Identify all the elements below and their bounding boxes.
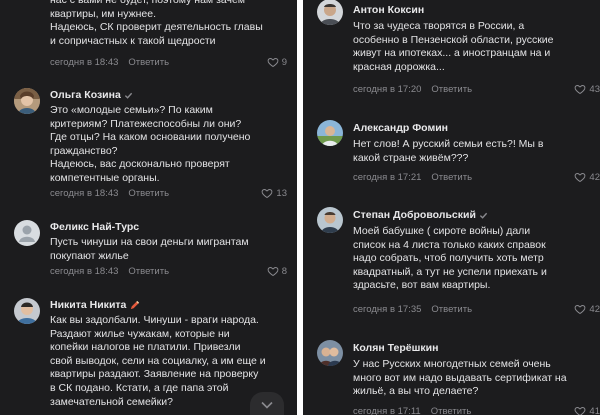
comment-time: сегодня в 17:11 xyxy=(353,405,421,415)
comment-time: сегодня в 17:21 xyxy=(353,171,422,183)
heart-icon xyxy=(262,188,273,199)
scroll-down-button[interactable] xyxy=(250,392,284,415)
avatar[interactable] xyxy=(317,0,343,25)
comment-text: Пусть чинуши на свои деньги мигрантам по… xyxy=(50,236,249,262)
avatar-photo xyxy=(14,88,40,114)
reply-button[interactable]: Ответить xyxy=(128,57,169,68)
default-avatar-icon[interactable] xyxy=(14,220,40,246)
avatar[interactable] xyxy=(317,120,343,146)
reply-button[interactable]: Ответить xyxy=(431,304,472,315)
author-name[interactable]: Ольга Козина xyxy=(50,89,121,101)
comment-author[interactable]: Антон Коксин xyxy=(353,4,424,16)
comment-meta: сегодня в 17:11 Ответить 41 xyxy=(353,404,600,415)
comment-text: нас с вами не будет, поэтому нам зачем к… xyxy=(50,0,263,47)
author-name[interactable]: Степан Добровольский xyxy=(353,209,476,221)
comments-panel-right: Антон Коксин Что за чудеса творятся в Ро… xyxy=(303,0,600,415)
comment-meta: сегодня в 18:43 Ответить 13 xyxy=(50,186,287,200)
avatar[interactable] xyxy=(317,340,343,366)
like-count: 13 xyxy=(276,187,287,199)
avatar-photo xyxy=(317,120,343,146)
comment-text: Что за чудеса творятся в России, а особе… xyxy=(353,20,554,73)
comment-time: сегодня в 18:43 xyxy=(50,265,119,277)
comments-panel-left: нас с вами не будет, поэтому нам зачем к… xyxy=(0,0,297,415)
reply-button[interactable]: Ответить xyxy=(128,266,169,277)
like-count: 41 xyxy=(589,405,600,415)
heart-icon xyxy=(575,84,586,95)
avatar[interactable] xyxy=(14,298,40,324)
comment-text: У нас Русских многодетных семей очень мн… xyxy=(353,358,567,398)
comment-time: сегодня в 17:35 xyxy=(353,303,422,315)
like-button[interactable]: 8 xyxy=(267,265,287,277)
like-count: 42 xyxy=(589,303,600,315)
comment-meta: сегодня в 18:43 Ответить 8 xyxy=(50,264,287,278)
avatar[interactable] xyxy=(317,207,343,233)
comment-meta: сегодня в 18:43 Ответить 9 xyxy=(50,55,287,69)
comment-author[interactable]: Степан Добровольский xyxy=(353,209,488,221)
comment-meta: сегодня в 17:20 Ответить 43 xyxy=(353,82,600,96)
verified-icon xyxy=(124,92,132,99)
comment-time: сегодня в 17:20 xyxy=(353,83,422,95)
heart-icon xyxy=(267,266,279,277)
heart-icon xyxy=(575,172,586,183)
heart-icon xyxy=(575,406,586,415)
avatar-photo xyxy=(14,298,40,324)
comment-author[interactable]: Колян Терёшкин xyxy=(353,342,438,354)
comment-author[interactable]: Никита Никита xyxy=(50,299,140,311)
heart-icon xyxy=(267,57,279,68)
like-count: 43 xyxy=(589,83,600,95)
like-button[interactable]: 41 xyxy=(574,405,600,415)
avatar[interactable] xyxy=(14,88,40,114)
reply-button[interactable]: Ответить xyxy=(128,188,169,199)
avatar-photo xyxy=(317,340,343,366)
like-button[interactable]: 13 xyxy=(261,187,287,199)
like-count: 9 xyxy=(281,56,287,68)
reply-button[interactable]: Ответить xyxy=(431,406,472,415)
author-name[interactable]: Никита Никита xyxy=(50,299,126,311)
like-count: 42 xyxy=(589,171,600,183)
comment-time: сегодня в 18:43 xyxy=(50,56,119,68)
comment-author[interactable]: Александр Фомин xyxy=(353,122,448,134)
avatar-photo xyxy=(317,0,343,25)
verified-icon xyxy=(479,212,488,219)
reply-button[interactable]: Ответить xyxy=(431,172,472,183)
comment-text: Это «молодые семьи»? По каким критериям?… xyxy=(50,104,251,184)
avatar-photo xyxy=(317,207,343,233)
like-button[interactable]: 9 xyxy=(267,56,287,68)
heart-icon xyxy=(575,304,586,315)
like-button[interactable]: 43 xyxy=(574,83,600,95)
comment-meta: сегодня в 17:35 Ответить 42 xyxy=(353,302,600,316)
comment-text: Нет слов! А русский семьи есть?! Мы в ка… xyxy=(353,138,544,164)
comment-meta: сегодня в 17:21 Ответить 42 xyxy=(353,170,600,184)
comment-time: сегодня в 18:43 xyxy=(50,187,119,199)
like-button[interactable]: 42 xyxy=(574,303,600,315)
like-button[interactable]: 42 xyxy=(574,171,600,183)
chevron-down-icon xyxy=(261,401,273,409)
reply-button[interactable]: Ответить xyxy=(431,84,472,95)
like-count: 8 xyxy=(281,265,287,277)
comment-author[interactable]: Феликс Най-Турс xyxy=(50,221,139,233)
comment-text: Моей бабушке ( сироте войны) дали список… xyxy=(353,225,547,292)
pencil-icon xyxy=(131,300,140,309)
comment-author[interactable]: Ольга Козина xyxy=(50,89,133,101)
